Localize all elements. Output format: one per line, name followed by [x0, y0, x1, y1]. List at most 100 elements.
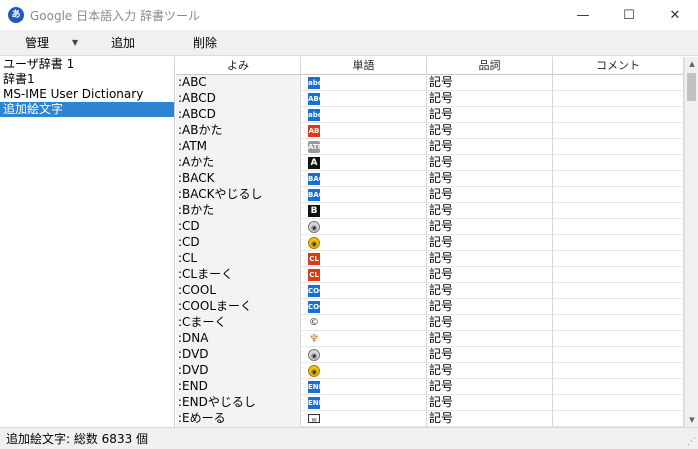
- reading-cell[interactable]: :ATM: [176, 139, 301, 155]
- table-row[interactable]: :Bかた B 記号: [176, 203, 684, 219]
- word-cell[interactable]: ♆: [301, 331, 427, 347]
- table-row[interactable]: :CL CL 記号: [176, 251, 684, 267]
- word-cell[interactable]: abcd: [301, 107, 427, 123]
- word-cell[interactable]: abc: [301, 75, 427, 91]
- pos-cell[interactable]: 記号: [427, 315, 553, 331]
- pos-cell[interactable]: 記号: [427, 139, 553, 155]
- chevron-down-icon[interactable]: ▼: [72, 30, 78, 56]
- comment-cell[interactable]: [553, 251, 684, 267]
- scroll-up-icon[interactable]: ▲: [685, 57, 698, 71]
- column-header-comment[interactable]: コメント: [553, 57, 684, 75]
- comment-cell[interactable]: [553, 267, 684, 283]
- reading-cell[interactable]: :CD: [176, 235, 301, 251]
- scroll-thumb[interactable]: [687, 73, 696, 101]
- word-cell[interactable]: BACK: [301, 187, 427, 203]
- maximize-button[interactable]: ☐: [606, 0, 652, 30]
- word-cell[interactable]: BACK: [301, 171, 427, 187]
- close-button[interactable]: ✕: [652, 0, 698, 30]
- reading-cell[interactable]: :DVD: [176, 347, 301, 363]
- word-cell[interactable]: COOL: [301, 299, 427, 315]
- reading-cell[interactable]: :CD: [176, 219, 301, 235]
- vertical-scrollbar[interactable]: ▲ ▼: [684, 57, 698, 427]
- table-row[interactable]: :CD ◉ 記号: [176, 235, 684, 251]
- word-cell[interactable]: ◉: [301, 219, 427, 235]
- table-row[interactable]: :BACKやじるし BACK 記号: [176, 187, 684, 203]
- pos-cell[interactable]: 記号: [427, 283, 553, 299]
- reading-cell[interactable]: :END: [176, 379, 301, 395]
- pos-cell[interactable]: 記号: [427, 395, 553, 411]
- table-row[interactable]: :ABCD abcd 記号: [176, 107, 684, 123]
- pos-cell[interactable]: 記号: [427, 75, 553, 91]
- comment-cell[interactable]: [553, 187, 684, 203]
- reading-cell[interactable]: :COOLまーく: [176, 299, 301, 315]
- word-cell[interactable]: ✉: [301, 411, 427, 427]
- word-cell[interactable]: ATM: [301, 139, 427, 155]
- word-cell[interactable]: ◉: [301, 347, 427, 363]
- pos-cell[interactable]: 記号: [427, 299, 553, 315]
- word-cell[interactable]: B: [301, 203, 427, 219]
- comment-cell[interactable]: [553, 155, 684, 171]
- comment-cell[interactable]: [553, 363, 684, 379]
- dictionary-item[interactable]: ユーザ辞書 1: [0, 57, 174, 72]
- table-row[interactable]: :CD ◉ 記号: [176, 219, 684, 235]
- comment-cell[interactable]: [553, 379, 684, 395]
- table-row[interactable]: :Eめーる ✉ 記号: [176, 411, 684, 427]
- comment-cell[interactable]: [553, 75, 684, 91]
- pos-cell[interactable]: 記号: [427, 267, 553, 283]
- word-cell[interactable]: ◉: [301, 235, 427, 251]
- column-header-reading[interactable]: よみ: [176, 57, 301, 75]
- reading-cell[interactable]: :DNA: [176, 331, 301, 347]
- pos-cell[interactable]: 記号: [427, 219, 553, 235]
- comment-cell[interactable]: [553, 283, 684, 299]
- pos-cell[interactable]: 記号: [427, 379, 553, 395]
- reading-cell[interactable]: :DVD: [176, 363, 301, 379]
- table-row[interactable]: :CLまーく CL 記号: [176, 267, 684, 283]
- column-header-pos[interactable]: 品詞: [427, 57, 553, 75]
- comment-cell[interactable]: [553, 331, 684, 347]
- word-cell[interactable]: ABCD: [301, 91, 427, 107]
- manage-menu[interactable]: 管理: [25, 30, 49, 56]
- pos-cell[interactable]: 記号: [427, 347, 553, 363]
- table-row[interactable]: :Aかた A 記号: [176, 155, 684, 171]
- pos-cell[interactable]: 記号: [427, 171, 553, 187]
- column-header-word[interactable]: 単語: [301, 57, 427, 75]
- comment-cell[interactable]: [553, 347, 684, 363]
- dictionary-item[interactable]: 追加絵文字: [0, 102, 174, 117]
- reading-cell[interactable]: :ABCD: [176, 91, 301, 107]
- comment-cell[interactable]: [553, 315, 684, 331]
- table-row[interactable]: :ENDやじるし END 記号: [176, 395, 684, 411]
- table-row[interactable]: :DNA ♆ 記号: [176, 331, 684, 347]
- table-row[interactable]: :ABC abc 記号: [176, 75, 684, 91]
- word-cell[interactable]: ◉: [301, 363, 427, 379]
- table-row[interactable]: :END END 記号: [176, 379, 684, 395]
- comment-cell[interactable]: [553, 91, 684, 107]
- dictionary-item[interactable]: MS-IME User Dictionary: [0, 87, 174, 102]
- comment-cell[interactable]: [553, 299, 684, 315]
- table-row[interactable]: :ABCD ABCD 記号: [176, 91, 684, 107]
- reading-cell[interactable]: :ABC: [176, 75, 301, 91]
- delete-button[interactable]: 削除: [193, 30, 217, 56]
- comment-cell[interactable]: [553, 235, 684, 251]
- pos-cell[interactable]: 記号: [427, 411, 553, 427]
- reading-cell[interactable]: :ENDやじるし: [176, 395, 301, 411]
- comment-cell[interactable]: [553, 411, 684, 427]
- reading-cell[interactable]: :BACKやじるし: [176, 187, 301, 203]
- comment-cell[interactable]: [553, 123, 684, 139]
- table-row[interactable]: :BACK BACK 記号: [176, 171, 684, 187]
- word-cell[interactable]: CL: [301, 267, 427, 283]
- minimize-button[interactable]: —: [560, 0, 606, 30]
- reading-cell[interactable]: :CLまーく: [176, 267, 301, 283]
- pos-cell[interactable]: 記号: [427, 363, 553, 379]
- word-cell[interactable]: CL: [301, 251, 427, 267]
- comment-cell[interactable]: [553, 107, 684, 123]
- reading-cell[interactable]: :BACK: [176, 171, 301, 187]
- reading-cell[interactable]: :Cまーく: [176, 315, 301, 331]
- pos-cell[interactable]: 記号: [427, 235, 553, 251]
- comment-cell[interactable]: [553, 171, 684, 187]
- word-cell[interactable]: ©: [301, 315, 427, 331]
- word-cell[interactable]: END: [301, 379, 427, 395]
- table-row[interactable]: :COOL COOL 記号: [176, 283, 684, 299]
- reading-cell[interactable]: :ABかた: [176, 123, 301, 139]
- comment-cell[interactable]: [553, 203, 684, 219]
- resize-grip-icon[interactable]: ⋰: [687, 437, 696, 447]
